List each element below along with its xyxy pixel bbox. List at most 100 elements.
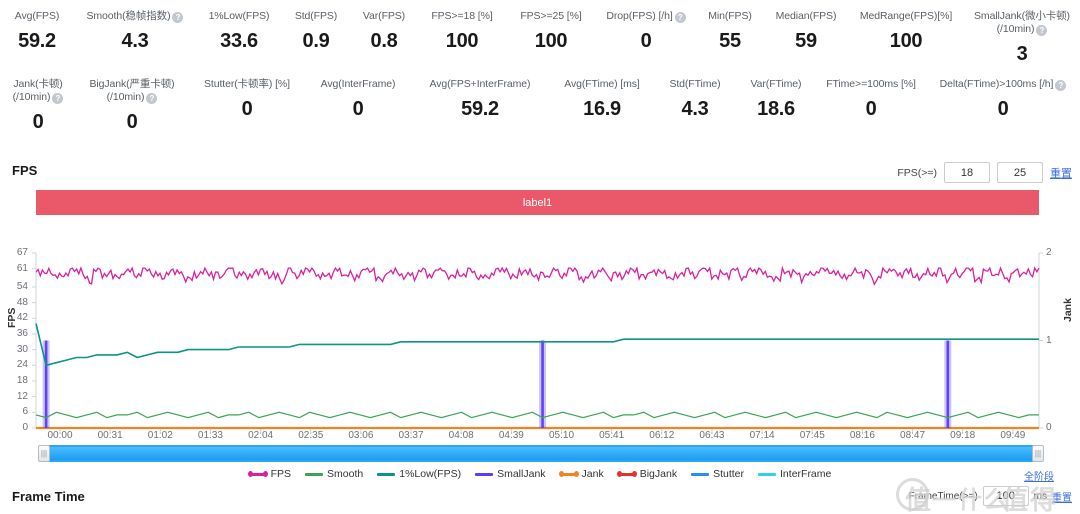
- metric-value: 33.6: [220, 30, 258, 52]
- watermark-logo-circle: [896, 478, 929, 511]
- metric-card: Median(FPS) 59: [764, 10, 848, 66]
- metric-label: Stutter(卡顿率) [%]: [204, 78, 290, 90]
- metric-card: Stutter(卡顿率) [%] 0: [188, 78, 306, 134]
- y2-tick-label: 0: [1046, 422, 1052, 433]
- metric-value: 59.2: [461, 98, 499, 120]
- help-icon[interactable]: ?: [52, 93, 64, 104]
- stage-label-banner[interactable]: label1: [36, 190, 1039, 215]
- frametime-threshold-input[interactable]: [982, 486, 1029, 506]
- x-tick-label: 07:14: [749, 430, 775, 441]
- metric-label: FPS>=18 [%]: [431, 10, 493, 22]
- metric-card: Drop(FPS) [/h]? 0: [596, 10, 696, 66]
- y-tick-label: 0: [22, 422, 28, 433]
- metric-value: 16.9: [583, 98, 621, 120]
- fps-reset-link[interactable]: 重置: [1050, 165, 1072, 181]
- fps-threshold-high-input[interactable]: [997, 162, 1043, 183]
- legend-swatch: [758, 472, 777, 476]
- metrics-row-secondary: Jank(卡顿) (/10min)? 0 BigJank(严重卡顿) (/10min…: [0, 66, 1080, 134]
- metric-label: FPS>=25 [%]: [520, 10, 582, 22]
- metric-label: Avg(FTime) [ms]: [564, 78, 640, 90]
- metric-label: Avg(FPS+InterFrame): [429, 78, 531, 90]
- x-tick-label: 08:16: [849, 430, 875, 441]
- metric-value: 59: [795, 30, 817, 52]
- x-tick-label: 05:41: [599, 430, 625, 441]
- x-tick-label: 00:00: [47, 430, 73, 441]
- help-icon[interactable]: ?: [1055, 80, 1067, 91]
- legend-swatch: [691, 472, 710, 476]
- y-tick-label: 6: [22, 406, 28, 418]
- metrics-panel: Avg(FPS) 59.2 Smooth(稳帧指数)? 4.3 1%Low(FPS) 33…: [0, 0, 1080, 134]
- legend-swatch: [305, 472, 324, 476]
- help-icon[interactable]: ?: [674, 12, 686, 23]
- legend-label: Smooth: [327, 468, 364, 480]
- slider-handle-left[interactable]: |||: [38, 445, 50, 462]
- x-tick-label: 02:04: [248, 430, 274, 441]
- y-tick-label: 24: [16, 359, 28, 371]
- fps-threshold-low-input[interactable]: [944, 162, 990, 183]
- x-tick-label: 02:35: [298, 430, 324, 441]
- fps-threshold-controls: FPS(>=) 重置: [897, 162, 1072, 183]
- legend-item[interactable]: SmallJank: [475, 468, 546, 480]
- metric-value: 0: [865, 98, 877, 120]
- metric-value: 0: [352, 98, 364, 120]
- y-tick-label: 61: [16, 262, 28, 274]
- metric-label: Var(FTime): [750, 78, 802, 90]
- legend-item[interactable]: BigJank: [616, 468, 677, 480]
- metrics-row-primary: Avg(FPS) 59.2 Smooth(稳帧指数)? 4.3 1%Low(FPS) 33…: [0, 0, 1080, 66]
- metric-value: 4.3: [121, 30, 149, 52]
- metric-value: 0: [241, 98, 253, 120]
- x-tick-label: 09:18: [950, 430, 976, 441]
- fps-chart-canvas: [32, 252, 1043, 432]
- metric-label: Std(FTime): [669, 78, 721, 90]
- metric-card: Std(FTime) 4.3: [654, 78, 736, 134]
- full-stage-link[interactable]: 全阶段: [1024, 468, 1054, 483]
- metric-card: BigJank(严重卡顿) (/10min)? 0: [76, 78, 188, 134]
- y-tick-label: 67: [16, 247, 28, 258]
- x-tick-label: 05:10: [548, 430, 575, 441]
- metric-card: Std(FPS) 0.9: [282, 10, 350, 66]
- slider-track[interactable]: [44, 447, 1038, 460]
- legend-item[interactable]: Smooth: [305, 468, 363, 480]
- y-tick-label: 30: [16, 343, 28, 355]
- legend-item[interactable]: FPS: [247, 468, 291, 480]
- legend-item[interactable]: Stutter: [691, 468, 744, 480]
- x-tick-label: 03:06: [348, 430, 374, 441]
- metric-value: 0: [640, 30, 652, 52]
- y-tick-label: 54: [16, 280, 28, 292]
- metric-card: Avg(FPS+InterFrame) 59.2: [410, 78, 550, 134]
- frametime-unit-label: ms: [1033, 490, 1047, 502]
- metric-card: Avg(FTime) [ms] 16.9: [550, 78, 654, 134]
- help-icon[interactable]: ?: [172, 12, 184, 23]
- metric-label: Std(FPS): [294, 10, 338, 22]
- metric-card: FTime>=100ms [%] 0: [816, 78, 926, 134]
- page-title-fps: FPS: [12, 163, 38, 178]
- legend-swatch: [377, 472, 396, 476]
- metric-card: Var(FPS) 0.8: [350, 10, 418, 66]
- metric-label: 1%Low(FPS): [208, 10, 270, 22]
- legend-label: SmallJank: [497, 468, 546, 480]
- metric-value: 4.3: [681, 98, 709, 120]
- legend-swatch: [247, 471, 268, 477]
- legend-swatch: [558, 471, 579, 477]
- help-icon[interactable]: ?: [146, 93, 158, 104]
- x-tick-label: 00:31: [97, 430, 123, 441]
- metric-label: Min(FPS): [708, 10, 752, 22]
- legend-item[interactable]: 1%Low(FPS): [377, 468, 461, 480]
- chart-range-slider[interactable]: ||| |||: [38, 445, 1044, 462]
- legend-item[interactable]: Jank: [558, 468, 604, 480]
- fps-chart[interactable]: [0, 220, 1080, 440]
- y-tick-label: 48: [16, 296, 28, 308]
- metric-value: 59.2: [18, 30, 56, 52]
- help-icon[interactable]: ?: [1036, 25, 1048, 36]
- metric-card: FPS>=25 [%] 100: [506, 10, 596, 66]
- metric-card: Var(FTime) 18.6: [736, 78, 816, 134]
- legend-swatch: [616, 471, 637, 477]
- y2-tick-label: 1: [1046, 334, 1052, 346]
- metric-value: 0: [126, 111, 138, 133]
- legend-item[interactable]: InterFrame: [758, 468, 831, 480]
- frametime-reset-link[interactable]: 重置: [1052, 489, 1072, 504]
- metric-card: MedRange(FPS)[%] 100: [848, 10, 964, 66]
- metric-label: Var(FPS): [362, 10, 406, 22]
- legend-label: 1%Low(FPS): [399, 468, 462, 480]
- slider-handle-right[interactable]: |||: [1032, 445, 1044, 462]
